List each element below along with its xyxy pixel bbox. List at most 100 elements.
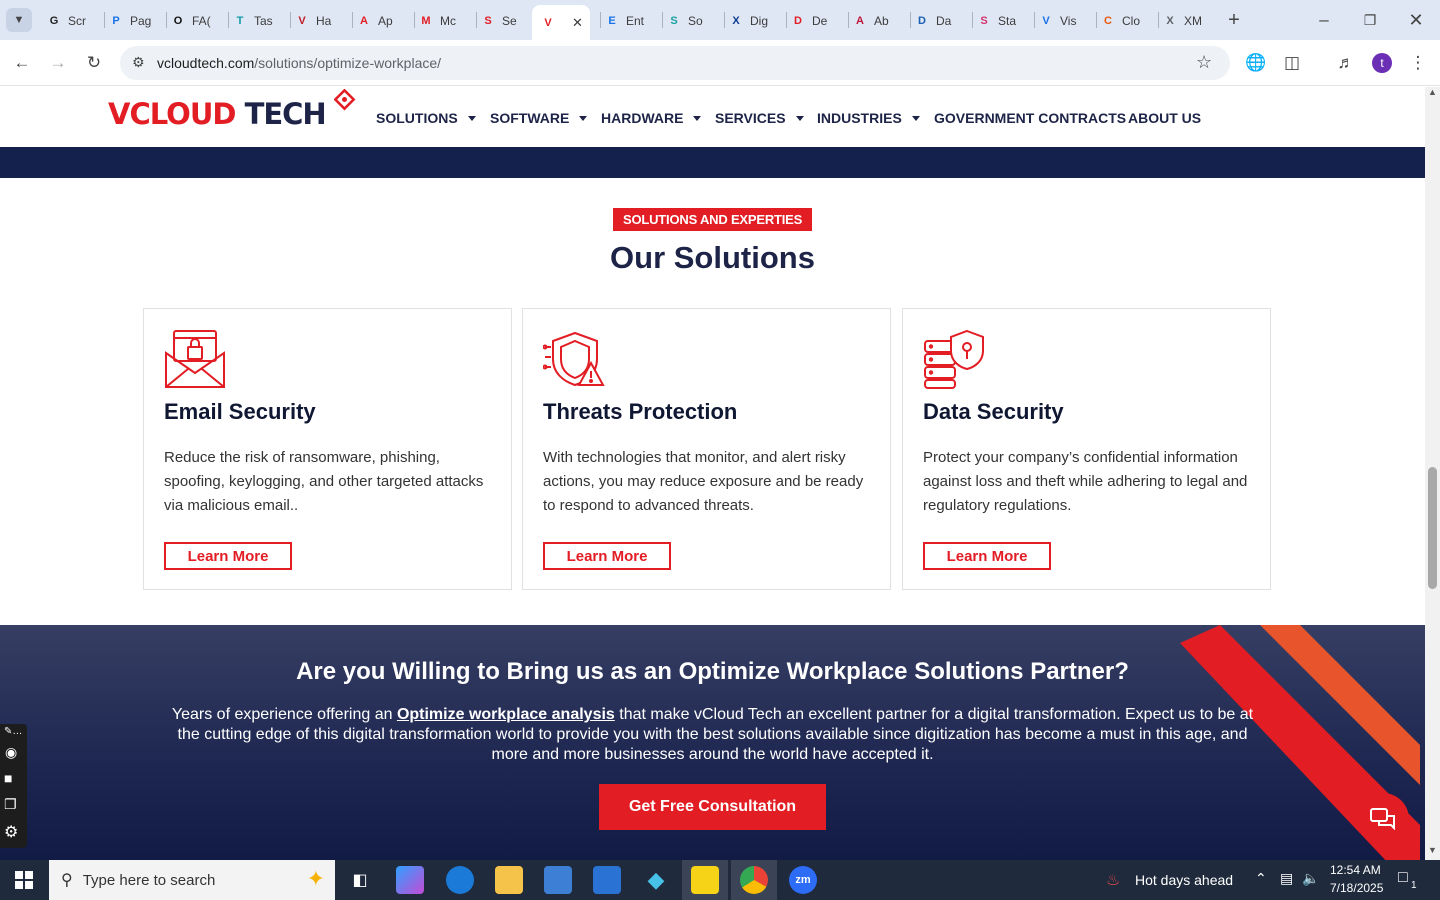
task-view-icon[interactable]: ◧ bbox=[346, 866, 374, 894]
tab-favicon-icon: X bbox=[732, 15, 740, 27]
tab-favicon-icon: A bbox=[856, 15, 864, 27]
tab-label: FA( bbox=[192, 14, 211, 28]
address-bar[interactable]: ⚙ vcloudtech.com/solutions/optimize-work… bbox=[120, 46, 1230, 80]
minimize-button[interactable]: – bbox=[1312, 8, 1336, 32]
tab-separator bbox=[104, 12, 105, 28]
windows-taskbar: ⚲ Type here to search ✦ ◧ ◆ zm ♨ Hot day… bbox=[0, 860, 1440, 900]
weather-thermometer-icon[interactable]: ♨ bbox=[1106, 870, 1120, 890]
tab-label: Ap bbox=[378, 14, 393, 28]
scroll-up-arrow-icon[interactable]: ▲ bbox=[1428, 87, 1437, 97]
learn-more-button[interactable]: Learn More bbox=[164, 542, 292, 570]
nav-software[interactable]: SOFTWARE bbox=[490, 110, 588, 126]
tab-close-icon[interactable]: ✕ bbox=[572, 15, 583, 31]
browser-tab[interactable]: E Ent bbox=[604, 8, 652, 34]
settings-gear-icon[interactable]: ⚙ bbox=[4, 822, 18, 842]
menu-kebab-icon[interactable]: ⋮ bbox=[1406, 51, 1430, 75]
browser-tab[interactable]: S Se bbox=[480, 8, 528, 34]
browser-tab[interactable]: V Ha bbox=[294, 8, 342, 34]
tab-favicon-icon: D bbox=[794, 15, 802, 27]
tab-search-icon[interactable]: ▼ bbox=[6, 8, 32, 32]
translate-icon[interactable]: 🌐 bbox=[1244, 51, 1268, 75]
tab-label: Clo bbox=[1122, 14, 1141, 28]
nav-hardware[interactable]: HARDWARE bbox=[601, 110, 702, 126]
weather-text[interactable]: Hot days ahead bbox=[1135, 872, 1233, 888]
page-scrollbar[interactable]: ▲ ▼ bbox=[1425, 87, 1440, 860]
browser-tab[interactable]: M Mc bbox=[418, 8, 466, 34]
vcloud-tech-logo[interactable]: VCLOUD TECH bbox=[108, 89, 356, 131]
tab-label: Mc bbox=[440, 14, 456, 28]
taskbar-search[interactable]: ⚲ Type here to search ✦ bbox=[49, 860, 335, 900]
zoom-icon[interactable]: zm bbox=[789, 866, 817, 894]
sparkle-icon: ✦ bbox=[306, 866, 325, 891]
browser-tab[interactable]: X Dig bbox=[728, 8, 776, 34]
scroll-thumb[interactable] bbox=[1428, 467, 1437, 589]
tab-separator bbox=[786, 12, 787, 28]
mail-icon[interactable] bbox=[593, 866, 621, 894]
browser-tab[interactable]: S So bbox=[666, 8, 714, 34]
close-window-button[interactable]: ✕ bbox=[1404, 8, 1428, 32]
app-diamond-icon[interactable]: ◆ bbox=[642, 866, 670, 894]
browser-tab[interactable]: D Da bbox=[914, 8, 962, 34]
browser-tab[interactable]: G Scr bbox=[46, 8, 94, 34]
copilot-icon[interactable] bbox=[396, 866, 424, 894]
new-tab-button[interactable]: + bbox=[1222, 8, 1246, 32]
tab-separator bbox=[662, 12, 663, 28]
site-info-icon[interactable]: ⚙ bbox=[132, 54, 145, 71]
store-icon[interactable] bbox=[544, 866, 572, 894]
sticky-notes-icon[interactable] bbox=[691, 866, 719, 894]
tab-favicon-icon: M bbox=[421, 15, 431, 27]
nav-industries[interactable]: INDUSTRIES bbox=[817, 110, 920, 126]
chat-widget-button[interactable] bbox=[1357, 793, 1409, 845]
network-icon[interactable]: ▤ bbox=[1280, 870, 1293, 887]
browser-tab[interactable]: C Clo bbox=[1100, 8, 1148, 34]
tab-separator bbox=[166, 12, 167, 28]
forward-button[interactable]: → bbox=[46, 51, 70, 75]
tab-favicon-icon: T bbox=[236, 15, 244, 27]
pen-icon[interactable]: ✎… bbox=[4, 726, 22, 737]
chrome-icon[interactable] bbox=[740, 866, 768, 894]
gallery-icon[interactable]: ❐ bbox=[4, 796, 17, 813]
browser-tab[interactable]: V Vis bbox=[1038, 8, 1086, 34]
browser-tab[interactable]: O FA( bbox=[170, 8, 218, 34]
notification-center-icon[interactable]: □ bbox=[1398, 869, 1408, 887]
clock-date[interactable]: 7/18/2025 bbox=[1330, 881, 1383, 895]
extensions-icon[interactable]: ◫ bbox=[1280, 51, 1304, 75]
browser-tab[interactable]: A Ap bbox=[356, 8, 404, 34]
bookmark-star-icon[interactable]: ☆ bbox=[1196, 52, 1212, 73]
browser-tab[interactable]: S Sta bbox=[976, 8, 1024, 34]
browser-tab[interactable]: X XM bbox=[1162, 8, 1210, 34]
get-free-consultation-button[interactable]: Get Free Consultation bbox=[599, 784, 826, 830]
volume-icon[interactable]: 🔈 bbox=[1302, 870, 1319, 887]
start-windows-icon[interactable] bbox=[10, 866, 38, 894]
nav-services[interactable]: SERVICES bbox=[715, 110, 804, 126]
scroll-down-arrow-icon[interactable]: ▼ bbox=[1428, 845, 1437, 855]
tab-favicon-icon: D bbox=[918, 15, 926, 27]
optimize-workplace-link[interactable]: Optimize workplace analysis bbox=[397, 706, 615, 723]
nav-solutions[interactable]: SOLUTIONS bbox=[376, 110, 476, 126]
edge-icon[interactable] bbox=[446, 866, 474, 894]
file-explorer-icon[interactable] bbox=[495, 866, 523, 894]
chevron-down-icon bbox=[467, 115, 476, 121]
media-control-icon[interactable]: ♬ bbox=[1334, 51, 1358, 75]
tray-chevron-up-icon[interactable]: ⌃ bbox=[1255, 870, 1267, 887]
back-button[interactable]: ← bbox=[10, 51, 34, 75]
tab-label: Se bbox=[502, 14, 517, 28]
nav-government-contracts[interactable]: GOVERNMENT CONTRACTS bbox=[934, 110, 1126, 126]
maximize-button[interactable]: ❐ bbox=[1358, 8, 1382, 32]
tab-separator bbox=[414, 12, 415, 28]
learn-more-button[interactable]: Learn More bbox=[543, 542, 671, 570]
browser-tab[interactable]: V ✕ bbox=[532, 5, 590, 40]
browser-tab[interactable]: T Tas bbox=[232, 8, 280, 34]
learn-more-button[interactable]: Learn More bbox=[923, 542, 1051, 570]
profile-avatar[interactable]: t bbox=[1372, 53, 1392, 73]
reload-button[interactable]: ↻ bbox=[82, 51, 106, 75]
url-text[interactable]: vcloudtech.com/solutions/optimize-workpl… bbox=[157, 55, 441, 71]
nav-about-us[interactable]: ABOUT US bbox=[1128, 110, 1201, 126]
browser-tab[interactable]: A Ab bbox=[852, 8, 900, 34]
browser-tab[interactable]: D De bbox=[790, 8, 838, 34]
card-description: Reduce the risk of ransomware, phishing,… bbox=[164, 449, 484, 514]
browser-tab[interactable]: P Pag bbox=[108, 8, 156, 34]
camera-icon[interactable]: ◉ bbox=[5, 744, 17, 761]
clock-time[interactable]: 12:54 AM bbox=[1330, 863, 1381, 877]
video-icon[interactable]: ■ bbox=[4, 770, 12, 786]
